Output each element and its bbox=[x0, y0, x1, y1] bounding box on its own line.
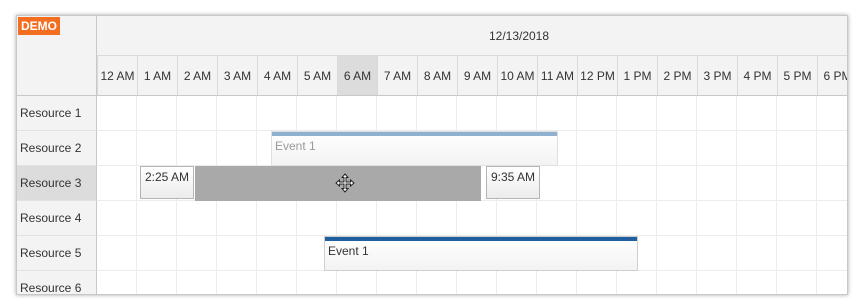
timeline-grid[interactable]: Event 1 2:25 AM 9:35 AM Event 1 bbox=[97, 96, 847, 294]
hour-cell: 6 PM bbox=[817, 56, 847, 95]
event-ghost[interactable]: Event 1 bbox=[271, 131, 558, 166]
resource-row-label[interactable]: Resource 1 bbox=[17, 96, 97, 131]
hour-cell-highlighted: 6 AM bbox=[337, 56, 377, 95]
hour-cell: 1 PM bbox=[617, 56, 657, 95]
demo-badge: DEMO bbox=[18, 17, 60, 35]
event[interactable]: Event 1 bbox=[324, 236, 638, 271]
scheduler: DEMO 12/13/2018 12 AM 1 AM 2 AM 3 AM 4 A… bbox=[16, 15, 848, 295]
hour-cell: 4 PM bbox=[737, 56, 777, 95]
corner-cell: DEMO bbox=[17, 16, 97, 96]
column-divider bbox=[656, 96, 657, 294]
event-color-bar bbox=[272, 132, 557, 136]
event-color-bar bbox=[325, 237, 637, 241]
hour-cell: 11 AM bbox=[537, 56, 577, 95]
hour-cell: 12 PM bbox=[577, 56, 617, 95]
event-label: Event 1 bbox=[275, 139, 316, 153]
column-divider bbox=[776, 96, 777, 294]
hour-cell: 12 AM bbox=[97, 56, 137, 95]
drag-end-time: 9:35 AM bbox=[486, 166, 541, 199]
resource-row-label[interactable]: Resource 2 bbox=[17, 131, 97, 166]
hour-cell: 4 AM bbox=[257, 56, 297, 95]
resource-row-label[interactable]: Resource 4 bbox=[17, 201, 97, 236]
hour-cell: 7 AM bbox=[377, 56, 417, 95]
hour-cell: 3 AM bbox=[217, 56, 257, 95]
resource-row-label-selected[interactable]: Resource 3 bbox=[17, 166, 97, 201]
resource-row-label[interactable]: Resource 6 bbox=[17, 271, 97, 294]
hour-cell: 5 AM bbox=[297, 56, 337, 95]
hour-cell: 3 PM bbox=[697, 56, 737, 95]
drag-start-time: 2:25 AM bbox=[140, 166, 195, 199]
hour-cell: 2 PM bbox=[657, 56, 697, 95]
column-divider bbox=[136, 96, 137, 294]
date-header: 12/13/2018 bbox=[97, 16, 847, 56]
hour-cell: 10 AM bbox=[497, 56, 537, 95]
hour-cell: 1 AM bbox=[137, 56, 177, 95]
hour-cell: 9 AM bbox=[457, 56, 497, 95]
hour-cell: 8 AM bbox=[417, 56, 457, 95]
column-divider bbox=[816, 96, 817, 294]
column-divider bbox=[736, 96, 737, 294]
move-icon bbox=[335, 173, 355, 193]
date-header-label: 12/13/2018 bbox=[488, 28, 550, 43]
hour-header-row: 12 AM 1 AM 2 AM 3 AM 4 AM 5 AM 6 AM 7 AM… bbox=[97, 56, 847, 96]
resource-row-label[interactable]: Resource 5 bbox=[17, 236, 97, 271]
hour-cell: 2 AM bbox=[177, 56, 217, 95]
column-divider bbox=[696, 96, 697, 294]
hour-cell: 5 PM bbox=[777, 56, 817, 95]
event-label: Event 1 bbox=[328, 244, 369, 258]
